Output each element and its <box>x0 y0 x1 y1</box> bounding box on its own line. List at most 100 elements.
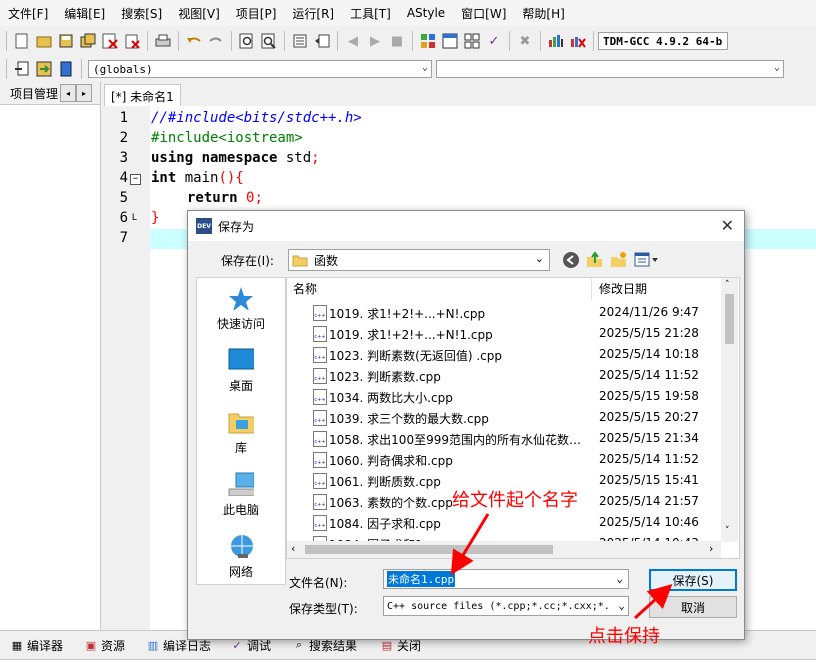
file-row[interactable]: c++ 1060. 判奇偶求和.cpp 2025/5/14 11:52 <box>287 449 719 470</box>
place-network[interactable]: 网络 <box>197 534 285 580</box>
file-date: 2025/5/15 19:58 <box>599 389 699 403</box>
menu-tools[interactable]: 工具[T] <box>342 5 399 22</box>
places-bar: 快速访问 桌面 库 此电脑 网络 <box>196 277 286 585</box>
menu-window[interactable]: 窗口[W] <box>453 5 514 22</box>
replace-icon[interactable] <box>260 32 278 50</box>
member-select[interactable]: ⌄ <box>436 60 784 78</box>
up-folder-icon[interactable] <box>586 251 604 272</box>
file-date: 2025/5/15 21:28 <box>599 326 699 340</box>
tab-compiler[interactable]: ▦ 编译器 <box>10 635 63 655</box>
view-menu-icon[interactable] <box>634 252 660 271</box>
line-number: 3 <box>119 150 128 166</box>
compile-run-icon[interactable] <box>463 32 481 50</box>
menu-run[interactable]: 运行[R] <box>284 5 342 22</box>
column-header-date[interactable]: 修改日期 <box>599 278 647 300</box>
column-header-name[interactable]: 名称 <box>293 278 317 300</box>
file-row[interactable]: c++ 1034. 两数比大小.cpp 2025/5/15 19:58 <box>287 386 719 407</box>
file-row[interactable]: c++ 1019. 求1!+2!+...+N!.cpp 2024/11/26 9:4… <box>287 302 719 323</box>
tab-scroll-left-icon[interactable]: ◂ <box>60 84 77 102</box>
bookmark-icon[interactable]: ■ <box>388 32 406 50</box>
check-icon: ✓ <box>232 638 242 652</box>
place-this-pc[interactable]: 此电脑 <box>197 472 285 518</box>
chart-icon: ▥ <box>147 638 159 652</box>
tab-resources[interactable]: ▣ 资源 <box>84 635 125 655</box>
file-name: 1019. 求1!+2!+...+N!1.cpp <box>329 328 493 342</box>
goto-definition-icon[interactable] <box>57 60 75 78</box>
compile-icon[interactable] <box>419 32 437 50</box>
scroll-left-icon[interactable]: ‹ <box>291 542 295 555</box>
insert-icon[interactable] <box>13 60 31 78</box>
file-name: 1039. 求三个数的最大数.cpp <box>329 412 489 426</box>
tab-untitled-1[interactable]: [*] 未命名1 <box>104 84 181 107</box>
menu-edit[interactable]: 编辑[E] <box>56 5 113 22</box>
save-icon[interactable] <box>57 32 75 50</box>
close-file-icon[interactable] <box>101 32 119 50</box>
menu-project[interactable]: 项目[P] <box>228 5 285 22</box>
place-quick-access[interactable]: 快速访问 <box>197 286 285 332</box>
computer-icon <box>228 472 256 497</box>
toolbar-separator <box>509 31 510 51</box>
place-label: 快速访问 <box>216 317 265 331</box>
place-libraries[interactable]: 库 <box>197 410 285 456</box>
file-row[interactable]: c++ 1023. 判断素数(无返回值) .cpp 2025/5/14 10:18 <box>287 344 719 365</box>
scroll-down-icon[interactable]: ˅ <box>725 526 730 536</box>
scroll-right-icon[interactable]: › <box>709 542 713 555</box>
tab-scroll-right-icon[interactable]: ▸ <box>76 84 93 102</box>
toolbar-separator <box>593 31 594 51</box>
goto-back-icon[interactable]: ◀ <box>344 32 362 50</box>
scroll-thumb[interactable] <box>725 294 734 344</box>
save-all-icon[interactable] <box>79 32 97 50</box>
fold-toggle-icon[interactable]: − <box>130 174 141 185</box>
close-icon[interactable]: ✕ <box>721 216 734 235</box>
compiler-select[interactable]: TDM-GCC 4.9.2 64-b <box>598 32 728 50</box>
toolbar-separator <box>147 31 148 51</box>
indent-icon[interactable] <box>291 32 309 50</box>
find-icon[interactable] <box>238 32 256 50</box>
delete-profile-icon[interactable] <box>569 32 587 50</box>
undo-icon[interactable] <box>185 32 203 50</box>
scope-select[interactable]: (globals) ⌄ <box>88 60 432 78</box>
goto-declaration-icon[interactable] <box>35 60 53 78</box>
stop-icon[interactable]: ✖ <box>516 32 534 50</box>
save-in-select[interactable]: 函数 ⌄ <box>288 249 550 271</box>
chevron-down-icon: ⌄ <box>421 62 428 73</box>
file-date: 2025/5/15 15:41 <box>599 473 699 487</box>
file-row[interactable]: c++ 1019. 求1!+2!+...+N!1.cpp 2025/5/15 21:… <box>287 323 719 344</box>
file-row[interactable]: c++ 1023. 判断素数.cpp 2025/5/14 11:52 <box>287 365 719 386</box>
menu-view[interactable]: 视图[V] <box>170 5 228 22</box>
line-number: 2 <box>119 130 128 146</box>
menu-bar: 文件[F] 编辑[E] 搜索[S] 视图[V] 项目[P] 运行[R] 工具[T… <box>0 0 816 26</box>
cpp-file-icon: c++ <box>313 473 327 489</box>
identifier: std <box>277 150 312 166</box>
unindent-icon[interactable] <box>313 32 331 50</box>
file-row[interactable]: c++ 1039. 求三个数的最大数.cpp 2025/5/15 20:27 <box>287 407 719 428</box>
menu-astyle[interactable]: AStyle <box>399 6 453 20</box>
dialog-titlebar: DEV 保存为 ✕ <box>188 211 744 241</box>
profile-icon[interactable] <box>547 32 565 50</box>
line-number: 5 <box>119 190 128 206</box>
file-row[interactable]: c++ 1058. 求出100至999范围内的所有水仙花数。.... 2025/5/… <box>287 428 719 449</box>
back-icon[interactable] <box>562 251 580 272</box>
vertical-scrollbar[interactable]: ˄ ˅ <box>721 278 738 542</box>
menu-help[interactable]: 帮助[H] <box>514 5 572 22</box>
check-syntax-icon[interactable]: ✓ <box>485 32 503 50</box>
grid-icon: ▦ <box>11 638 23 652</box>
goto-forward-icon[interactable]: ▶ <box>366 32 384 50</box>
place-desktop[interactable]: 桌面 <box>197 348 285 394</box>
search-icon: ⌕ <box>295 638 303 651</box>
tab-project-manager[interactable]: 项目管理 <box>0 85 58 102</box>
redo-icon[interactable] <box>207 32 225 50</box>
tab-label: 资源 <box>101 638 126 653</box>
run-icon[interactable] <box>441 32 459 50</box>
symbol: (){ <box>218 170 244 186</box>
cpp-file-icon: c++ <box>313 326 327 342</box>
print-icon[interactable] <box>154 32 172 50</box>
new-folder-icon[interactable] <box>610 251 628 272</box>
filetype-label: 保存类型(T): <box>289 602 358 616</box>
open-file-icon[interactable] <box>35 32 53 50</box>
menu-file[interactable]: 文件[F] <box>0 5 56 22</box>
menu-search[interactable]: 搜索[S] <box>113 5 170 22</box>
close-all-icon[interactable] <box>123 32 141 50</box>
scroll-up-icon[interactable]: ˄ <box>725 280 730 290</box>
new-file-icon[interactable] <box>13 32 31 50</box>
